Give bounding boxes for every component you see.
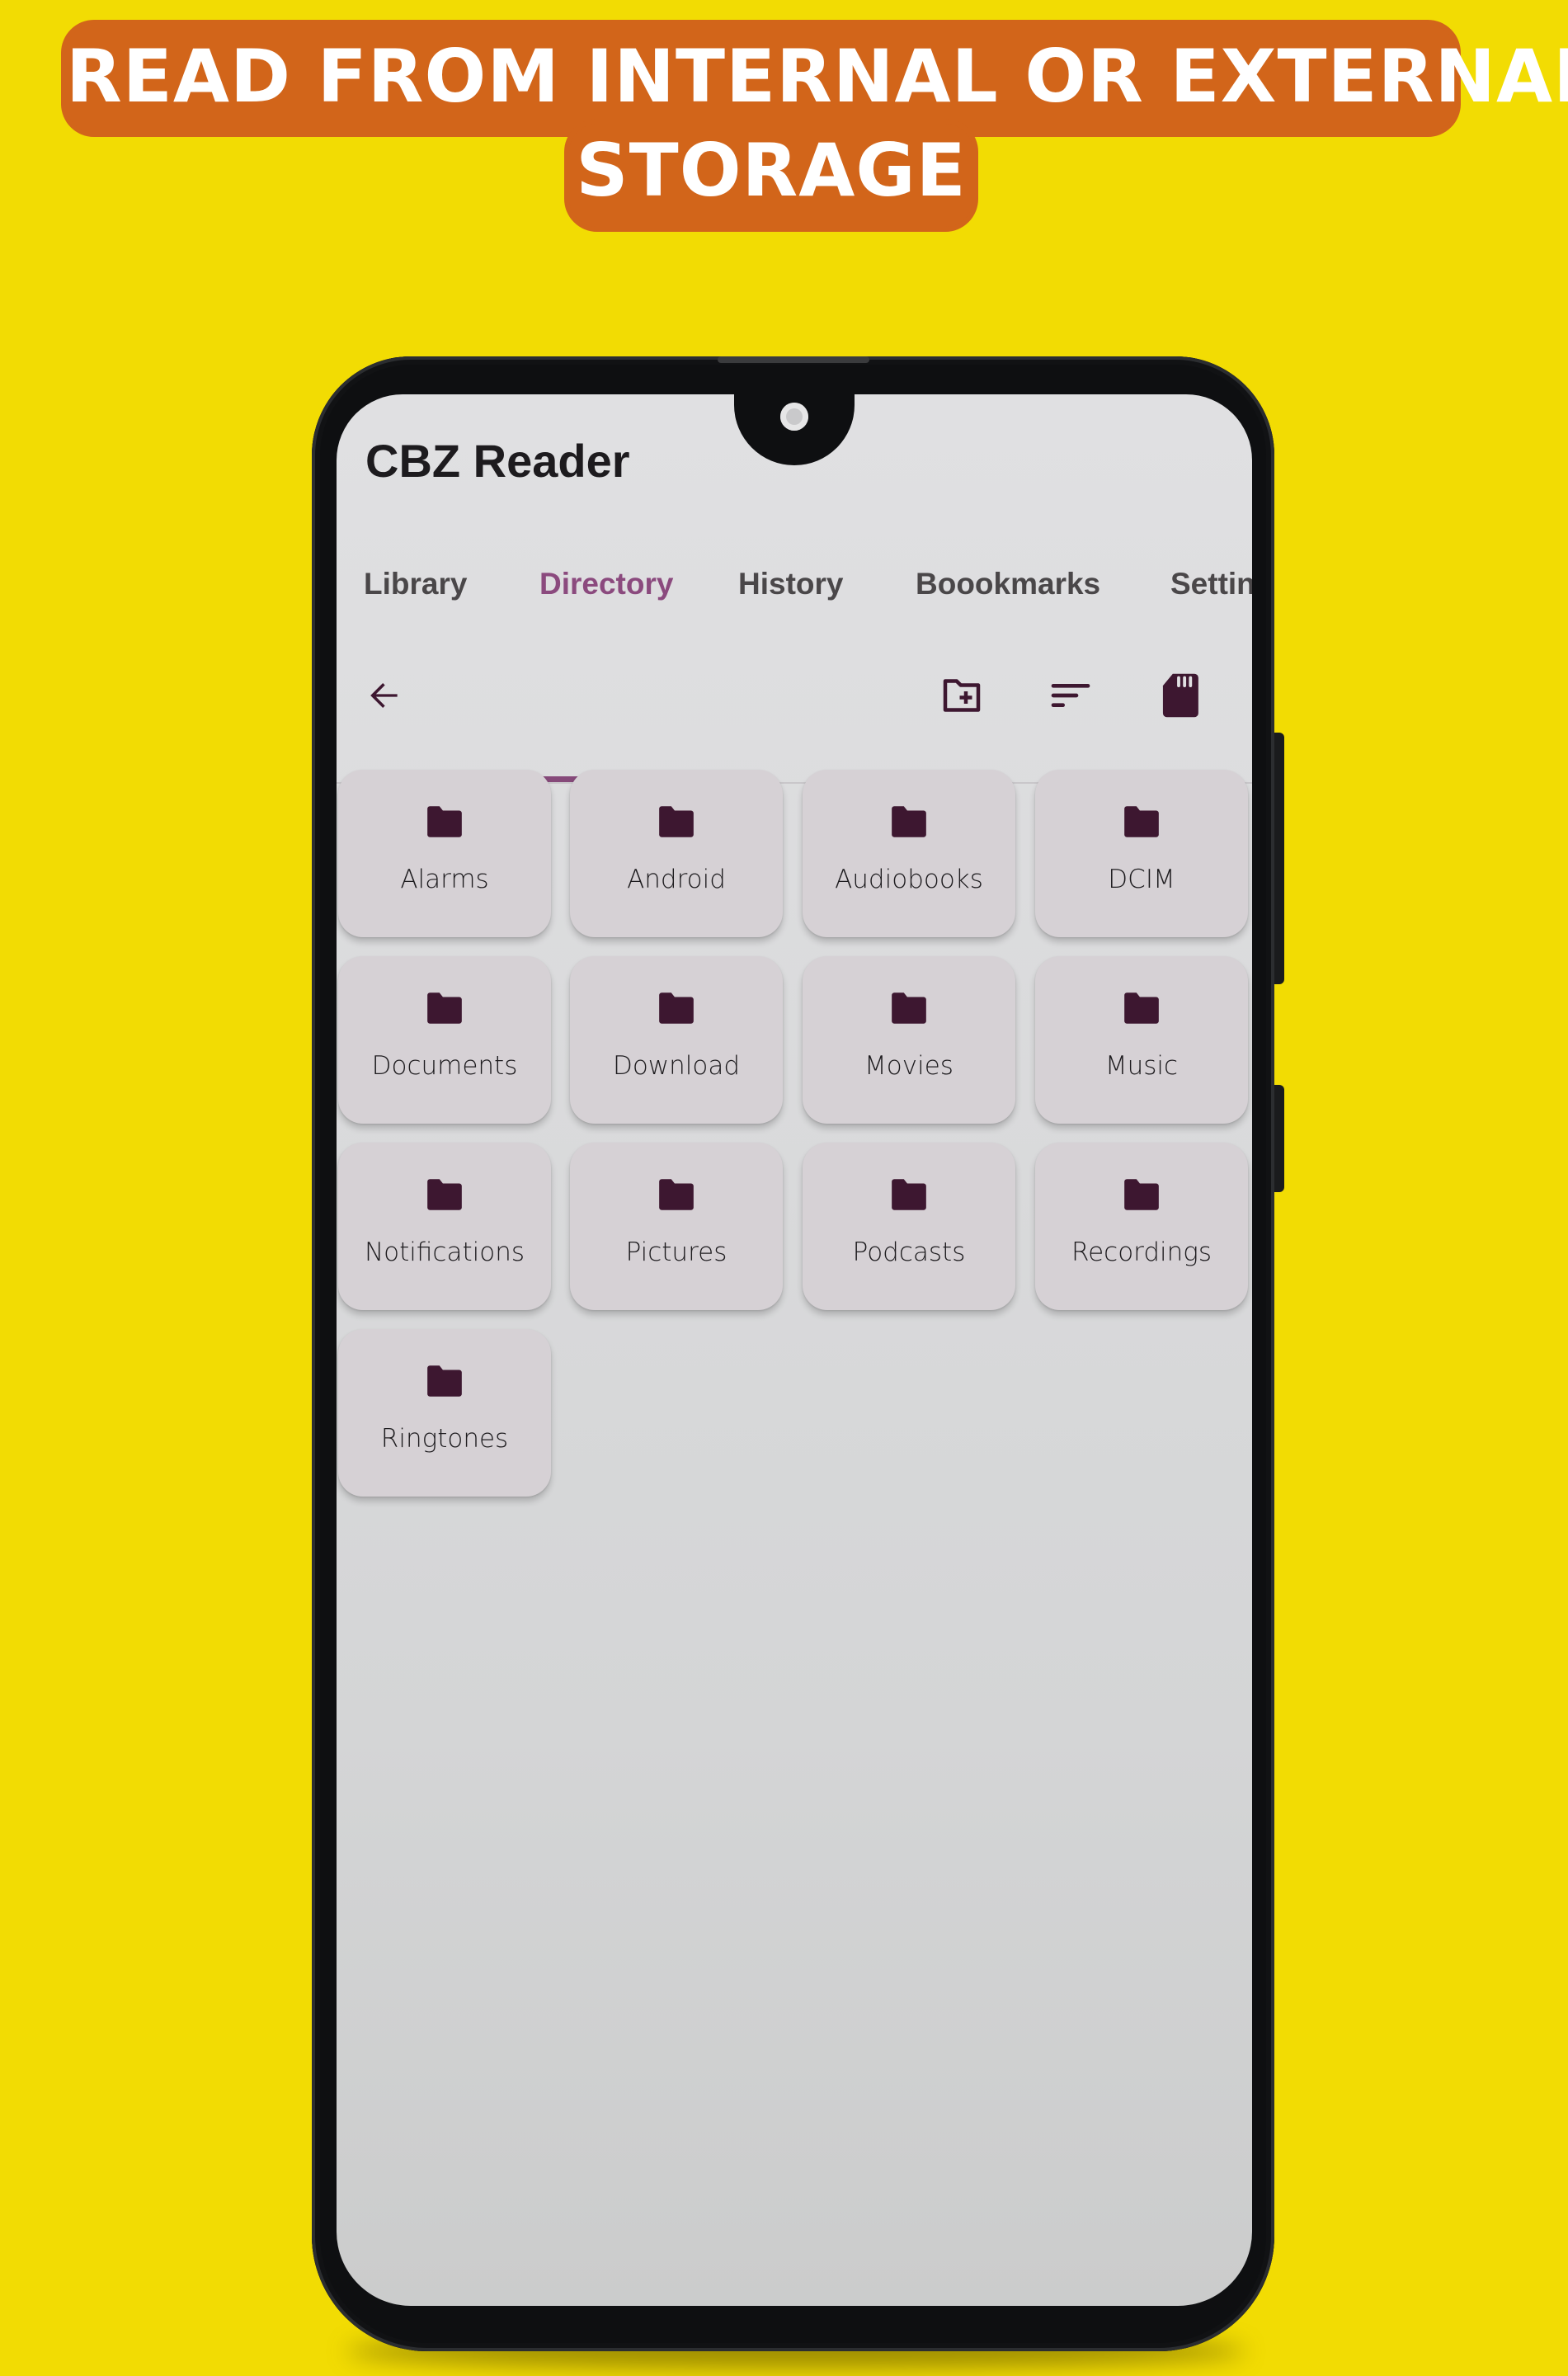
directory-toolbar	[337, 650, 1252, 741]
folder-card-pictures[interactable]: Pictures	[570, 1143, 783, 1310]
folder-card-recordings[interactable]: Recordings	[1035, 1143, 1248, 1310]
folder-card-dcim[interactable]: DCIM	[1035, 770, 1248, 937]
banner-headline-line1: READ FROM INTERNAL OR EXTERNAL	[66, 34, 1568, 119]
sort-icon	[1051, 684, 1090, 707]
create-new-folder-icon	[943, 679, 981, 712]
sort-button[interactable]	[1042, 667, 1099, 724]
folder-card-alarms[interactable]: Alarms	[338, 770, 551, 937]
back-button[interactable]	[355, 667, 412, 724]
folder-icon	[1124, 806, 1159, 837]
storage-select-button[interactable]	[1150, 667, 1208, 724]
folder-card-android[interactable]: Android	[570, 770, 783, 937]
folder-name: Notifications	[364, 1238, 525, 1267]
banner-headline-line2: STORAGE	[576, 128, 967, 213]
folder-name: Movies	[864, 1051, 954, 1081]
tab-bar: Library Directory History Boookmarks Set…	[337, 543, 1252, 784]
folder-name: Music	[1104, 1051, 1179, 1081]
phone-screen: CBZ Reader Library Directory History Boo…	[337, 394, 1252, 2306]
folder-icon	[427, 806, 462, 837]
folder-name: Alarms	[400, 865, 489, 894]
arrow-back-icon	[370, 683, 398, 708]
camera-notch	[734, 394, 855, 465]
tab-library[interactable]: Library	[364, 543, 467, 625]
folder-icon	[892, 992, 926, 1024]
folder-icon	[659, 992, 694, 1024]
folder-icon	[1124, 992, 1159, 1024]
folder-card-movies[interactable]: Movies	[803, 956, 1015, 1124]
tab-bookmarks[interactable]: Boookmarks	[916, 543, 1100, 625]
folder-card-music[interactable]: Music	[1035, 956, 1248, 1124]
folder-card-documents[interactable]: Documents	[338, 956, 551, 1124]
folder-name: Ringtones	[380, 1424, 509, 1454]
phone-power-button	[1273, 1085, 1284, 1192]
folder-card-notifications[interactable]: Notifications	[338, 1143, 551, 1310]
folder-name: Android	[627, 865, 726, 894]
folder-name: Download	[612, 1051, 741, 1081]
folder-name: Podcasts	[852, 1238, 966, 1267]
tab-directory[interactable]: Directory	[539, 543, 673, 625]
tab-history[interactable]: History	[738, 543, 843, 625]
folder-icon	[427, 1365, 462, 1397]
folder-name: Recordings	[1071, 1238, 1212, 1267]
folder-icon	[892, 1179, 926, 1210]
folder-icon	[659, 806, 694, 837]
folder-icon	[1124, 1179, 1159, 1210]
folder-card-ringtones[interactable]: Ringtones	[338, 1329, 551, 1497]
new-folder-button[interactable]	[933, 667, 991, 724]
folder-card-download[interactable]: Download	[570, 956, 783, 1124]
folder-icon	[427, 992, 462, 1024]
folder-name: Documents	[371, 1051, 518, 1081]
folder-name: Audiobooks	[835, 865, 983, 894]
front-camera	[780, 403, 808, 431]
folder-card-podcasts[interactable]: Podcasts	[803, 1143, 1015, 1310]
promo-banner: READ FROM INTERNAL OR EXTERNAL STORAGE	[0, 0, 1568, 239]
app-title: CBZ Reader	[365, 435, 630, 487]
sd-card-icon	[1162, 673, 1198, 718]
phone-speaker	[718, 356, 869, 363]
tab-settings[interactable]: Settin	[1170, 543, 1252, 625]
folder-icon	[892, 806, 926, 837]
folder-card-audiobooks[interactable]: Audiobooks	[803, 770, 1015, 937]
folder-name: DCIM	[1108, 865, 1175, 894]
folder-icon	[427, 1179, 462, 1210]
phone-volume-button	[1273, 733, 1284, 984]
folder-icon	[659, 1179, 694, 1210]
folder-name: Pictures	[625, 1238, 727, 1267]
